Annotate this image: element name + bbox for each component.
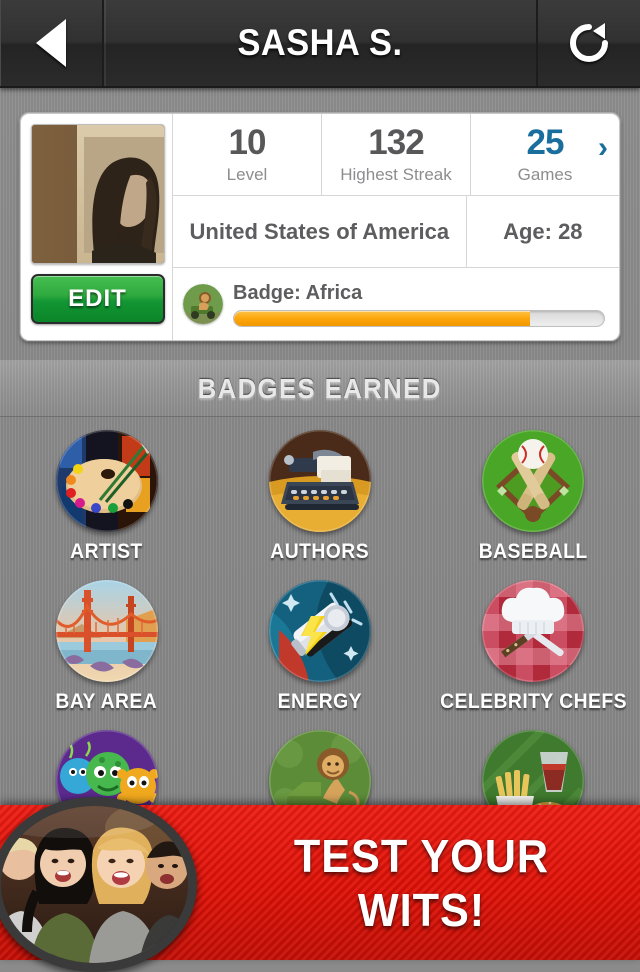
profile-card-left: EDIT	[21, 114, 173, 340]
profile-card: EDIT 10 Level 132 Highest Streak 25 Game…	[20, 113, 620, 341]
ad-photo	[0, 797, 197, 972]
ad-banner[interactable]: TEST YOUR WITS!	[0, 797, 640, 972]
refresh-button[interactable]	[536, 0, 640, 86]
chef-hat-badge-icon	[482, 580, 585, 682]
badge-progress-group: Badge: Africa	[233, 282, 605, 327]
edit-profile-button[interactable]: EDIT	[30, 274, 165, 324]
stat-games-value: 25	[526, 122, 565, 162]
badges-section-title: BADGES EARNED	[197, 372, 443, 404]
badge-progress-bar	[233, 309, 605, 327]
stat-streak-value: 132	[368, 122, 424, 162]
badge-item-artist[interactable]: ARTIST	[0, 430, 213, 580]
badge-item-bay-area[interactable]: BAY AREA	[0, 580, 213, 730]
battery-badge-icon	[268, 580, 371, 682]
ad-headline: TEST YOUR WITS!	[293, 829, 550, 936]
page-title: SASHA S.	[237, 22, 403, 63]
baseball-badge-icon	[482, 430, 585, 532]
badge-label: CELEBRITY CHEFS	[439, 690, 627, 713]
badge-label: ARTIST	[70, 540, 143, 563]
stat-highest-streak: 132 Highest Streak	[322, 114, 471, 195]
badges-section-header: BADGES EARNED	[0, 360, 640, 417]
badges-grid: ARTIST AUTHORS BASEBALL BAY AREA ENERGY …	[0, 418, 640, 818]
current-badge-label: Badge: Africa	[233, 281, 363, 304]
refresh-icon	[570, 23, 608, 62]
badge-label: BAY AREA	[55, 690, 158, 713]
back-arrow-icon	[36, 19, 66, 67]
badge-progress-fill	[234, 310, 530, 326]
badge-item-energy[interactable]: ENERGY	[213, 580, 426, 730]
back-button[interactable]	[0, 0, 106, 86]
stat-games-label: Games	[517, 164, 573, 184]
stat-level: 10 Level	[173, 114, 322, 195]
badge-label: ENERGY	[277, 690, 363, 713]
lion-jeep-badge-icon	[183, 284, 223, 324]
badge-item-celebrity-chefs[interactable]: CELEBRITY CHEFS	[427, 580, 640, 730]
stat-level-value: 10	[228, 122, 267, 162]
badge-label: BASEBALL	[478, 540, 588, 563]
age-label: Age: 28	[503, 218, 583, 244]
typewriter-badge-icon	[268, 430, 371, 532]
current-badge-row[interactable]: Badge: Africa	[173, 268, 619, 340]
chevron-right-icon: ›	[598, 131, 608, 164]
country-label: United States of America	[173, 196, 467, 267]
badge-item-authors[interactable]: AUTHORS	[213, 430, 426, 580]
badge-item-baseball[interactable]: BASEBALL	[427, 430, 640, 580]
golden-gate-badge-icon	[55, 580, 158, 682]
profile-card-right: 10 Level 132 Highest Streak 25 Games › U…	[173, 114, 619, 340]
avatar[interactable]	[30, 124, 165, 264]
stat-streak-label: Highest Streak	[340, 164, 452, 184]
stat-level-label: Level	[226, 164, 268, 184]
app-root: SASHA S. EDIT 10 Level 132 Highest Strea…	[0, 0, 640, 972]
stat-games[interactable]: 25 Games ›	[471, 114, 619, 195]
info-row: United States of America Age: 28	[173, 196, 619, 268]
stats-row: 10 Level 132 Highest Streak 25 Games ›	[173, 114, 619, 196]
badge-label: AUTHORS	[270, 540, 370, 563]
avatar-photo	[31, 125, 164, 263]
palette-badge-icon	[55, 430, 158, 532]
friends-laughing-photo	[1, 806, 188, 963]
navigation-bar: SASHA S.	[0, 0, 640, 88]
